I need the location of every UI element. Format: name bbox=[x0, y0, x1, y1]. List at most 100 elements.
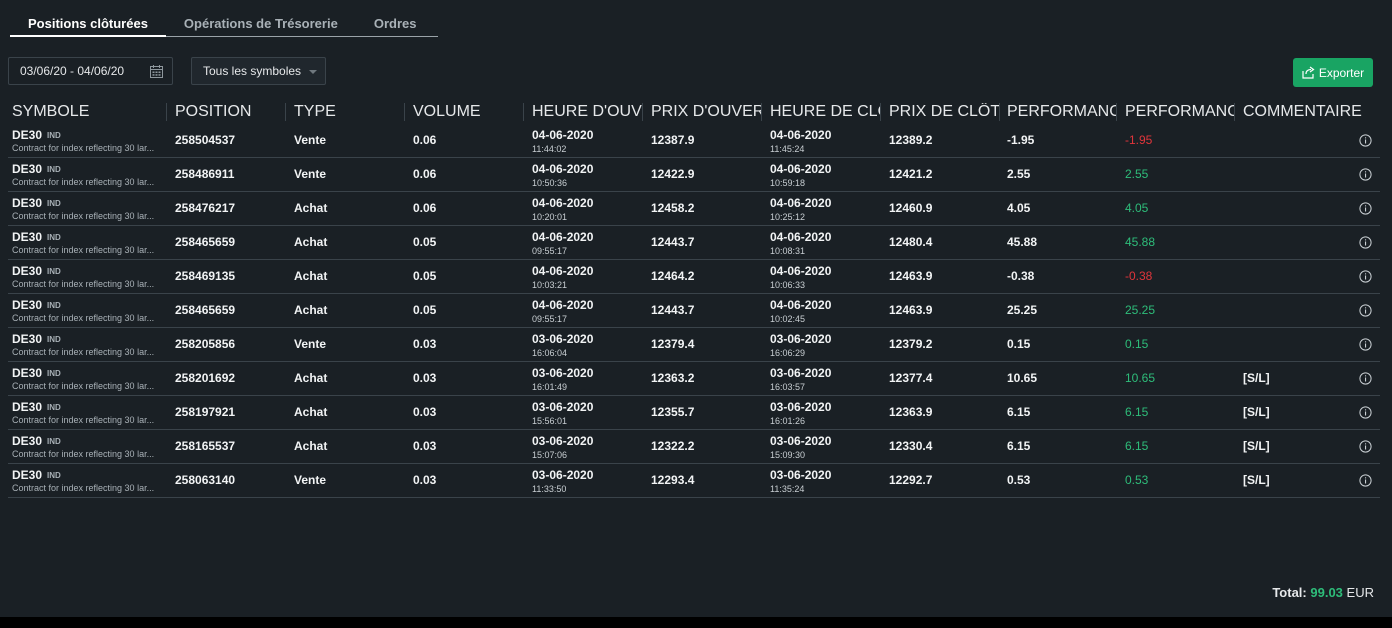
net-performance: 25.25 bbox=[1125, 303, 1156, 317]
symbol-name-wrap: DE30 IND bbox=[12, 366, 61, 380]
tab-closed-positions[interactable]: Positions clôturées bbox=[10, 10, 166, 37]
close-time: 10:25:12 bbox=[770, 212, 806, 222]
info-icon[interactable] bbox=[1359, 372, 1372, 385]
net-performance: 2.55 bbox=[1125, 167, 1149, 181]
comment bbox=[1239, 158, 1349, 191]
col-header-type[interactable]: TYPE bbox=[290, 103, 405, 121]
symbol-name: DE30 bbox=[12, 332, 43, 346]
info-icon[interactable] bbox=[1359, 270, 1372, 283]
info-icon[interactable] bbox=[1359, 168, 1372, 181]
info-icon[interactable] bbox=[1359, 202, 1372, 215]
col-header-close-time[interactable]: HEURE DE CLÔTURE bbox=[766, 103, 881, 121]
symbol-name-wrap: DE30 IND bbox=[12, 162, 61, 176]
open-price: 12422.9 bbox=[651, 167, 695, 181]
col-header-open-time[interactable]: HEURE D'OUVERTU... bbox=[528, 103, 643, 121]
table-row[interactable]: DE30 IND Contract for index reflecting 30 … bbox=[8, 260, 1380, 294]
symbol-cell: DE30 IND Contract for index reflecting 30 … bbox=[8, 226, 171, 259]
col-header-comment[interactable]: COMMENTAIRE bbox=[1239, 103, 1369, 121]
tab-orders[interactable]: Ordres bbox=[356, 10, 435, 36]
symbol-name: DE30 bbox=[12, 128, 43, 142]
symbol-tag: IND bbox=[47, 233, 61, 242]
position-id: 258165537 bbox=[175, 439, 236, 453]
comment bbox=[1239, 226, 1349, 259]
table-row[interactable]: DE30 IND Contract for index reflecting 30 … bbox=[8, 226, 1380, 260]
table-row[interactable]: DE30 IND Contract for index reflecting 30 … bbox=[8, 328, 1380, 362]
table-row[interactable]: DE30 IND Contract for index reflecting 30 … bbox=[8, 464, 1380, 498]
total-summary: Total: 99.03 EUR bbox=[1272, 585, 1374, 600]
export-icon bbox=[1302, 66, 1315, 79]
col-header-position[interactable]: POSITION bbox=[171, 103, 286, 121]
comment: [S/L] bbox=[1243, 473, 1270, 487]
open-time: 11:44:02 bbox=[532, 144, 567, 154]
table-row[interactable]: DE30 IND Contract for index reflecting 30 … bbox=[8, 158, 1380, 192]
table-row[interactable]: DE30 IND Contract for index reflecting 30 … bbox=[8, 294, 1380, 328]
table-row[interactable]: DE30 IND Contract for index reflecting 30 … bbox=[8, 430, 1380, 464]
trade-type: Achat bbox=[294, 405, 328, 419]
col-header-symbol[interactable]: SYMBOLE bbox=[8, 103, 167, 121]
info-icon[interactable] bbox=[1359, 236, 1372, 249]
open-time-cell: 04-06-2020 09:55:17 bbox=[528, 226, 647, 259]
close-date: 03-06-2020 bbox=[770, 332, 832, 346]
symbol-name-wrap: DE30 IND bbox=[12, 298, 61, 312]
symbol-name: DE30 bbox=[12, 298, 43, 312]
gross-performance: 6.15 bbox=[1007, 405, 1031, 419]
open-time-cell: 03-06-2020 16:06:04 bbox=[528, 328, 647, 361]
close-price: 12377.4 bbox=[889, 371, 933, 385]
info-icon[interactable] bbox=[1359, 134, 1372, 147]
symbol-name: DE30 bbox=[12, 400, 43, 414]
col-header-open-price[interactable]: PRIX D'OUVERTURE bbox=[647, 103, 762, 121]
date-range-picker[interactable]: 03/06/20 - 04/06/20 bbox=[8, 57, 173, 85]
open-time: 16:01:49 bbox=[532, 382, 568, 392]
col-header-close-price[interactable]: PRIX DE CLÔTURE bbox=[885, 103, 1000, 121]
open-price: 12443.7 bbox=[651, 303, 695, 317]
position-id: 258486911 bbox=[175, 167, 235, 181]
table-row[interactable]: DE30 IND Contract for index reflecting 30 … bbox=[8, 124, 1380, 158]
volume: 0.03 bbox=[413, 439, 437, 453]
open-time: 10:50:36 bbox=[532, 178, 568, 188]
col-header-gross-performance[interactable]: PERFORMANCE B... bbox=[1003, 103, 1117, 121]
close-time: 16:01:26 bbox=[770, 416, 806, 426]
volume: 0.05 bbox=[413, 303, 437, 317]
volume: 0.03 bbox=[413, 405, 437, 419]
close-price: 12363.9 bbox=[889, 405, 933, 419]
gross-performance: -1.95 bbox=[1007, 133, 1035, 147]
col-header-net-performance[interactable]: PERFORMANCE N... bbox=[1121, 103, 1235, 121]
info-icon[interactable] bbox=[1359, 440, 1372, 453]
calendar-icon bbox=[150, 65, 163, 78]
info-icon[interactable] bbox=[1359, 474, 1372, 487]
close-date: 03-06-2020 bbox=[770, 434, 832, 448]
symbol-description: Contract for index reflecting 30 lar... bbox=[12, 177, 155, 187]
table-row[interactable]: DE30 IND Contract for index reflecting 30 … bbox=[8, 192, 1380, 226]
gross-performance: 0.53 bbox=[1007, 473, 1031, 487]
close-time: 16:06:29 bbox=[770, 348, 806, 358]
info-icon[interactable] bbox=[1359, 304, 1372, 317]
symbol-name: DE30 bbox=[12, 366, 43, 380]
symbol-cell: DE30 IND Contract for index reflecting 30 … bbox=[8, 124, 171, 157]
volume: 0.06 bbox=[413, 167, 437, 181]
tab-treasury-operations[interactable]: Opérations de Trésorerie bbox=[166, 10, 356, 36]
export-button[interactable]: Exporter bbox=[1293, 58, 1373, 87]
table-row[interactable]: DE30 IND Contract for index reflecting 30 … bbox=[8, 362, 1380, 396]
trade-type: Achat bbox=[294, 235, 328, 249]
open-time: 16:06:04 bbox=[532, 348, 568, 358]
symbol-select[interactable]: Tous les symboles bbox=[191, 57, 326, 85]
close-date: 04-06-2020 bbox=[770, 128, 832, 142]
close-price: 12421.2 bbox=[889, 167, 933, 181]
table-row[interactable]: DE30 IND Contract for index reflecting 30 … bbox=[8, 396, 1380, 430]
symbol-tag: IND bbox=[47, 199, 61, 208]
symbol-select-value: Tous les symboles bbox=[203, 64, 302, 78]
tab-bar: Positions clôturées Opérations de Trésor… bbox=[10, 10, 438, 37]
open-date: 04-06-2020 bbox=[532, 128, 594, 142]
col-header-volume[interactable]: VOLUME bbox=[409, 103, 524, 121]
position-id: 258205856 bbox=[175, 337, 236, 351]
symbol-name-wrap: DE30 IND bbox=[12, 468, 61, 482]
open-price: 12387.9 bbox=[651, 133, 695, 147]
info-icon[interactable] bbox=[1359, 338, 1372, 351]
comment bbox=[1239, 260, 1349, 293]
close-date: 04-06-2020 bbox=[770, 196, 832, 210]
info-icon[interactable] bbox=[1359, 406, 1372, 419]
trade-type: Achat bbox=[294, 371, 328, 385]
open-time-cell: 03-06-2020 15:07:06 bbox=[528, 430, 647, 463]
gross-performance: 45.88 bbox=[1007, 235, 1038, 249]
open-date: 04-06-2020 bbox=[532, 196, 594, 210]
